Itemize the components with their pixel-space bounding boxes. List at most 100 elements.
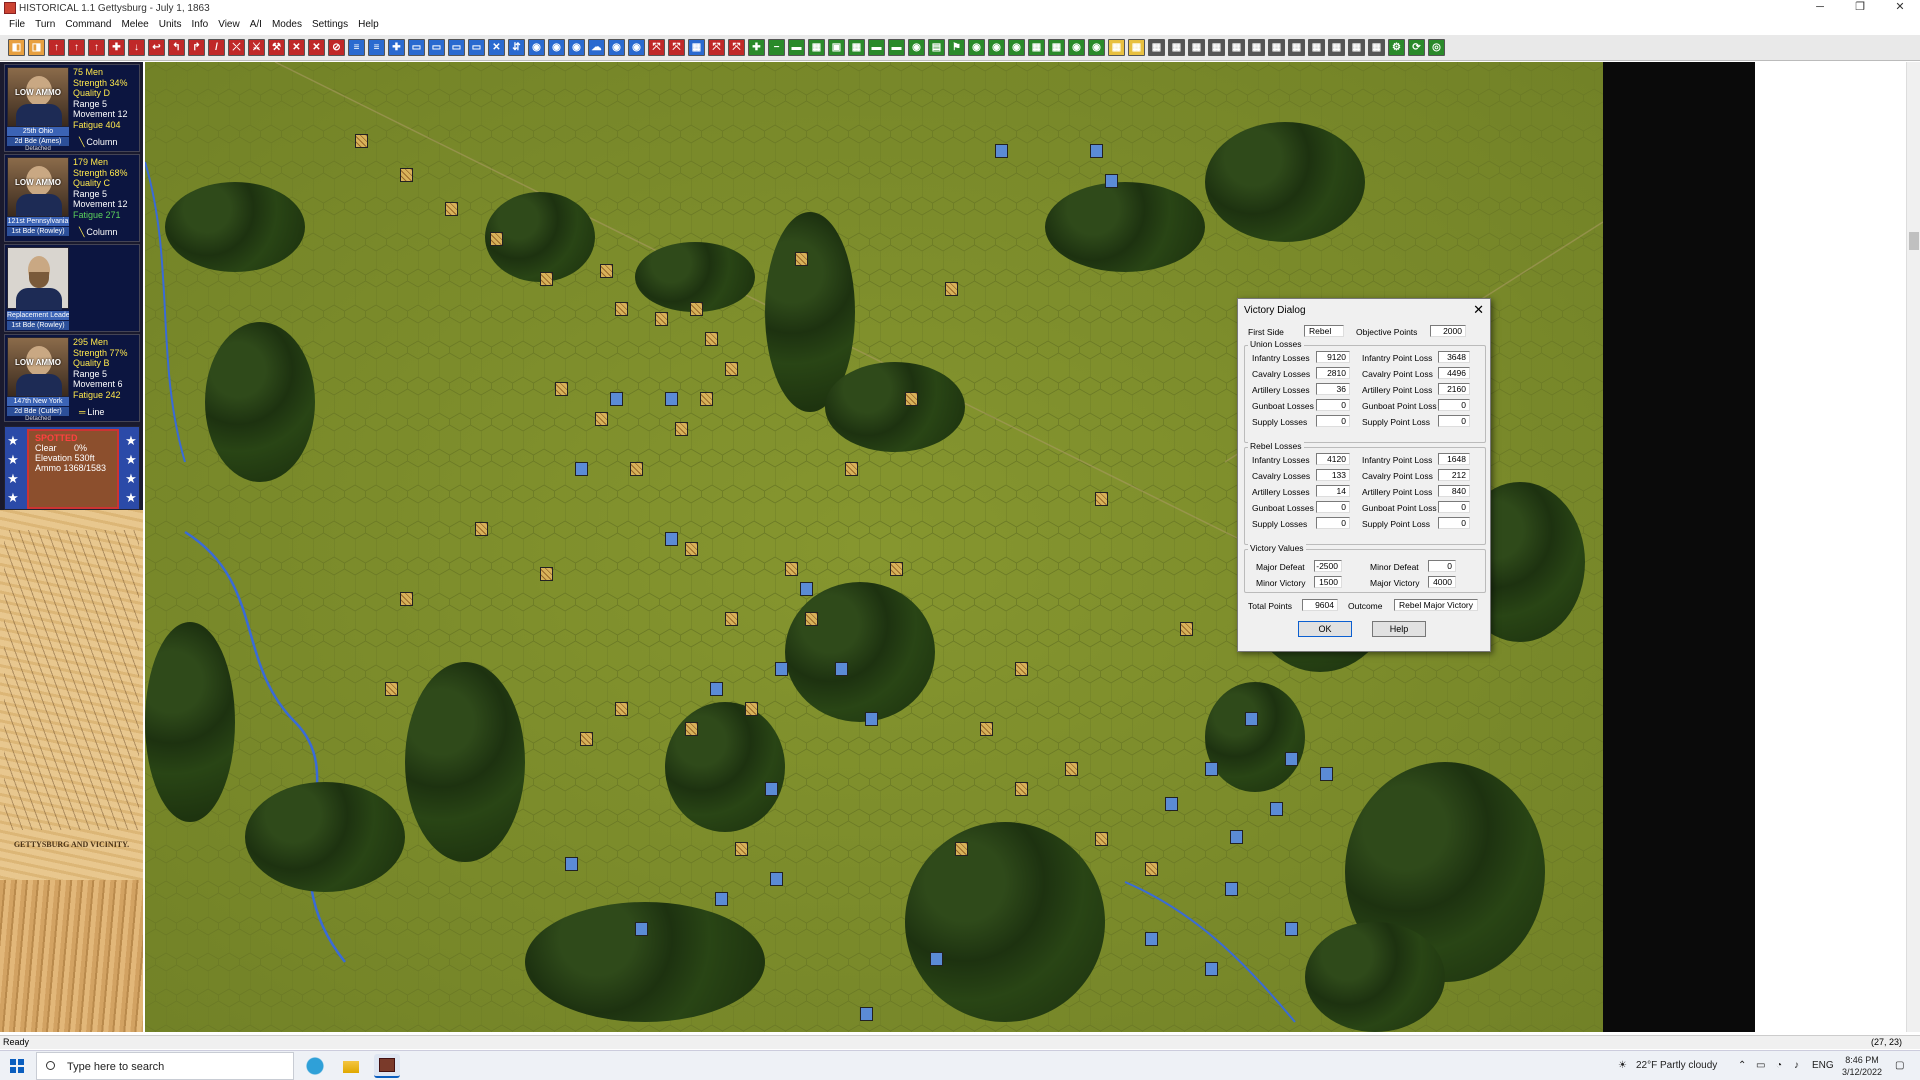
rebel-unit-counter[interactable]: [725, 362, 738, 376]
toolbar-button-icon[interactable]: ⤫: [228, 39, 245, 56]
union-unit-counter[interactable]: [1285, 752, 1298, 766]
menu-info[interactable]: Info: [187, 19, 214, 30]
toolbar-button-icon[interactable]: ▦: [1228, 39, 1245, 56]
union-unit-counter[interactable]: [930, 952, 943, 966]
leader-card[interactable]: Replacement Leader 1st Bde (Rowley): [4, 244, 140, 332]
rebel-unit-counter[interactable]: [845, 462, 858, 476]
menu-modes[interactable]: Modes: [267, 19, 307, 30]
toolbar-button-icon[interactable]: ▦: [1268, 39, 1285, 56]
rebel-unit-counter[interactable]: [945, 282, 958, 296]
toolbar-button-icon[interactable]: ⤧: [708, 39, 725, 56]
rebel-unit-counter[interactable]: [795, 252, 808, 266]
union-unit-counter[interactable]: [665, 532, 678, 546]
toolbar-button-icon[interactable]: ⚔: [248, 39, 265, 56]
rebel-unit-counter[interactable]: [580, 732, 593, 746]
union-unit-counter[interactable]: [1090, 144, 1103, 158]
toolbar-button-icon[interactable]: ▦: [1168, 39, 1185, 56]
toolbar-button-icon[interactable]: ◉: [908, 39, 925, 56]
union-unit-counter[interactable]: [665, 392, 678, 406]
toolbar-button-icon[interactable]: ◉: [568, 39, 585, 56]
toolbar-button-icon[interactable]: ▦: [1188, 39, 1205, 56]
toolbar-button-icon[interactable]: ▦: [1348, 39, 1365, 56]
union-unit-counter[interactable]: [715, 892, 728, 906]
menu-view[interactable]: View: [213, 19, 245, 30]
rebel-unit-counter[interactable]: [540, 567, 553, 581]
toolbar-button-icon[interactable]: ⇵: [508, 39, 525, 56]
toolbar-button-icon[interactable]: ▦: [848, 39, 865, 56]
rebel-unit-counter[interactable]: [595, 412, 608, 426]
rebel-unit-counter[interactable]: [955, 842, 968, 856]
toolbar-button-icon[interactable]: ▣: [828, 39, 845, 56]
toolbar-button-icon[interactable]: ◉: [1088, 39, 1105, 56]
toolbar-button-icon[interactable]: ⚑: [948, 39, 965, 56]
toolbar-button-icon[interactable]: ▤: [928, 39, 945, 56]
rebel-unit-counter[interactable]: [690, 302, 703, 316]
close-icon[interactable]: ✕: [1473, 302, 1484, 318]
rebel-unit-counter[interactable]: [445, 202, 458, 216]
rebel-unit-counter[interactable]: [785, 562, 798, 576]
weather-text[interactable]: 22°F Partly cloudy: [1636, 1060, 1717, 1071]
toolbar-button-icon[interactable]: ▦: [1028, 39, 1045, 56]
union-unit-counter[interactable]: [1205, 962, 1218, 976]
toolbar-button-icon[interactable]: /: [208, 39, 225, 56]
edge-browser-icon[interactable]: [302, 1054, 328, 1078]
toolbar-button-icon[interactable]: −: [768, 39, 785, 56]
toolbar-button-icon[interactable]: ↰: [168, 39, 185, 56]
rebel-unit-counter[interactable]: [735, 842, 748, 856]
rebel-unit-counter[interactable]: [615, 702, 628, 716]
union-unit-counter[interactable]: [835, 662, 848, 676]
union-unit-counter[interactable]: [775, 662, 788, 676]
toolbar-button-icon[interactable]: ✕: [288, 39, 305, 56]
menu-turn[interactable]: Turn: [30, 19, 60, 30]
close-window-button[interactable]: ✕: [1880, 0, 1920, 16]
union-unit-counter[interactable]: [1270, 802, 1283, 816]
toolbar-button-icon[interactable]: ▭: [468, 39, 485, 56]
toolbar-button-icon[interactable]: ▦: [808, 39, 825, 56]
rebel-unit-counter[interactable]: [1015, 662, 1028, 676]
union-unit-counter[interactable]: [1105, 174, 1118, 188]
unit-card[interactable]: LOW AMMO 179 Men Strength 68% Quality C …: [4, 154, 140, 242]
windows-start-icon[interactable]: [10, 1059, 24, 1073]
toolbar-button-icon[interactable]: ⤧: [728, 39, 745, 56]
game-taskbar-icon[interactable]: [374, 1054, 400, 1078]
toolbar-button-icon[interactable]: ⤧: [648, 39, 665, 56]
toolbar-button-icon[interactable]: ✚: [388, 39, 405, 56]
toolbar-button-icon[interactable]: ☁: [588, 39, 605, 56]
unit-card[interactable]: LOW AMMO 75 Men Strength 34% Quality D R…: [4, 64, 140, 152]
toolbar-button-icon[interactable]: ▬: [888, 39, 905, 56]
rebel-unit-counter[interactable]: [1095, 492, 1108, 506]
rebel-unit-counter[interactable]: [1095, 832, 1108, 846]
toolbar-button-icon[interactable]: ≡: [348, 39, 365, 56]
minimize-button[interactable]: ─: [1800, 0, 1840, 16]
menu-help[interactable]: Help: [353, 19, 384, 30]
rebel-unit-counter[interactable]: [400, 592, 413, 606]
toolbar-button-icon[interactable]: ◉: [968, 39, 985, 56]
rebel-unit-counter[interactable]: [400, 168, 413, 182]
toolbar-button-icon[interactable]: ↑: [68, 39, 85, 56]
toolbar-button-icon[interactable]: ▬: [788, 39, 805, 56]
toolbar-button-icon[interactable]: ▦: [1308, 39, 1325, 56]
toolbar-button-icon[interactable]: ◉: [528, 39, 545, 56]
toolbar-button-icon[interactable]: ◧: [8, 39, 25, 56]
toolbar-button-icon[interactable]: ▦: [1148, 39, 1165, 56]
rebel-unit-counter[interactable]: [700, 392, 713, 406]
toolbar-button-icon[interactable]: ▦: [1248, 39, 1265, 56]
union-unit-counter[interactable]: [765, 782, 778, 796]
toolbar-button-icon[interactable]: ▦: [688, 39, 705, 56]
battery-icon[interactable]: ▭: [1756, 1060, 1765, 1071]
volume-icon[interactable]: ♪: [1794, 1060, 1799, 1071]
weather-icon[interactable]: ☀: [1618, 1060, 1627, 1071]
union-unit-counter[interactable]: [635, 922, 648, 936]
rebel-unit-counter[interactable]: [1065, 762, 1078, 776]
union-unit-counter[interactable]: [565, 857, 578, 871]
rebel-unit-counter[interactable]: [1180, 622, 1193, 636]
toolbar-button-icon[interactable]: ▭: [428, 39, 445, 56]
menu-file[interactable]: File: [4, 19, 30, 30]
rebel-unit-counter[interactable]: [685, 542, 698, 556]
union-unit-counter[interactable]: [995, 144, 1008, 158]
menu-command[interactable]: Command: [60, 19, 116, 30]
union-unit-counter[interactable]: [1145, 932, 1158, 946]
union-unit-counter[interactable]: [1245, 712, 1258, 726]
rebel-unit-counter[interactable]: [905, 392, 918, 406]
toolbar-button-icon[interactable]: ▭: [448, 39, 465, 56]
